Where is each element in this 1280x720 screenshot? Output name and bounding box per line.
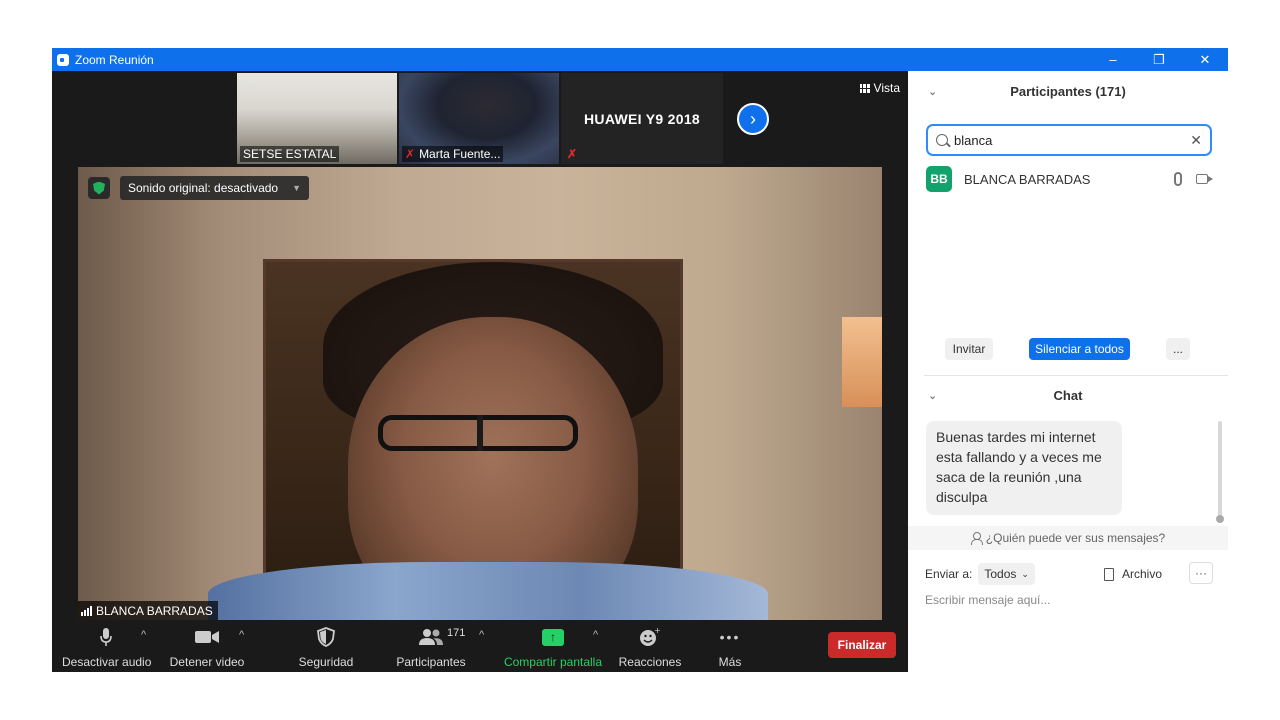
share-options-caret-icon[interactable]: ^ <box>593 629 598 641</box>
who-can-see-label: ¿Quién puede ver sus mensajes? <box>985 531 1166 545</box>
participants-label: Participantes <box>396 655 466 669</box>
more-button[interactable]: ••• Más <box>708 625 752 669</box>
svg-text:+: + <box>654 627 661 635</box>
security-label: Seguridad <box>298 655 354 669</box>
search-icon <box>936 134 948 146</box>
thumbnail-name-tag: ✗ Marta Fuente... <box>402 146 504 162</box>
speaker-glasses <box>378 415 578 451</box>
mute-all-button[interactable]: Silenciar a todos <box>1029 338 1130 360</box>
thumbnail-name: Marta Fuente... <box>419 147 501 161</box>
participant-search-input[interactable]: blanca ✕ <box>926 124 1212 156</box>
file-button[interactable]: Archivo <box>1104 567 1162 581</box>
chat-message: Buenas tardes mi internet esta fallando … <box>926 421 1122 515</box>
view-button[interactable]: Vista <box>859 81 900 95</box>
participant-name: BLANCA BARRADAS <box>964 171 1091 187</box>
window-title: Zoom Reunión <box>75 52 154 67</box>
main-speaker-video[interactable]: Sonido original: desactivado ▼ BLANCA BA… <box>78 167 882 620</box>
restore-button[interactable]: ❐ <box>1136 48 1182 71</box>
reactions-button[interactable]: + Reacciones <box>618 625 682 669</box>
speaker-name-tag: BLANCA BARRADAS <box>78 601 218 620</box>
chevron-down-icon: ⌄ <box>1021 568 1029 579</box>
share-screen-label: Compartir pantalla <box>503 655 603 669</box>
stop-video-label: Detener video <box>169 655 245 669</box>
signal-bars-icon <box>81 606 92 616</box>
chevron-down-icon[interactable]: ⌄ <box>928 81 937 103</box>
security-shield-icon <box>292 625 360 649</box>
smiley-plus-icon: + <box>618 625 682 649</box>
microphone-icon <box>62 625 150 649</box>
thumbnail-video[interactable]: ✗ Marta Fuente... <box>399 73 559 164</box>
chat-title: Chat <box>1053 388 1083 403</box>
original-sound-label: Sonido original: desactivado <box>128 181 279 195</box>
thumbnail-strip: SETSE ESTATAL ✗ Marta Fuente... HUAWEI Y9… <box>237 73 723 164</box>
send-to-row: Enviar a: Todos ⌄ <box>925 563 1035 585</box>
share-screen-button[interactable]: ↑ Compartir pantalla <box>502 625 604 669</box>
divider <box>924 375 1228 376</box>
meeting-toolbar: Desactivar audio ^ Detener video ^ Segur… <box>52 621 908 672</box>
background-window <box>842 317 882 407</box>
chevron-down-icon: ▼ <box>292 183 302 193</box>
muted-mic-icon: ✗ <box>567 147 578 161</box>
thumbnail-video[interactable]: SETSE ESTATAL <box>237 73 397 164</box>
side-panel: ⌄ Participantes (171) blanca ✕ BB BLANCA… <box>908 71 1228 672</box>
video-area: SETSE ESTATAL ✗ Marta Fuente... HUAWEI Y9… <box>52 71 908 672</box>
encryption-shield-icon[interactable] <box>88 177 110 199</box>
speaker-shirt <box>208 562 768 620</box>
chevron-down-icon[interactable]: ⌄ <box>928 385 937 407</box>
chat-message-input[interactable]: Escribir mensaje aquí... <box>925 593 1215 607</box>
search-value: blanca <box>954 132 993 148</box>
participants-count: 171 <box>447 627 466 639</box>
person-icon <box>970 532 983 545</box>
thumbnail-video[interactable]: HUAWEI Y9 2018 ✗ <box>561 73 723 164</box>
minimize-button[interactable]: – <box>1090 48 1136 71</box>
participant-row[interactable]: BB BLANCA BARRADAS <box>926 166 1216 192</box>
mute-audio-button[interactable]: Desactivar audio <box>62 625 152 669</box>
zoom-window: Zoom Reunión – ❐ ✕ SETSE ESTATAL ✗ Marta … <box>52 48 1228 672</box>
security-button[interactable]: Seguridad <box>292 625 360 669</box>
clear-search-icon[interactable]: ✕ <box>1190 132 1202 149</box>
send-to-label: Enviar a: <box>925 567 973 581</box>
chat-scrollbar[interactable] <box>1216 421 1224 523</box>
share-screen-icon-wrap: ↑ <box>502 625 604 649</box>
video-camera-icon <box>168 625 246 649</box>
microphone-icon <box>1174 172 1182 186</box>
send-to-value: Todos <box>984 567 1017 581</box>
video-camera-icon <box>1196 174 1213 184</box>
participants-title: Participantes (171) <box>1010 84 1126 99</box>
end-meeting-button[interactable]: Finalizar <box>828 632 896 658</box>
audio-options-caret-icon[interactable]: ^ <box>141 629 146 641</box>
stop-video-button[interactable]: Detener video <box>168 625 246 669</box>
more-dots-icon: ••• <box>719 629 741 645</box>
who-can-see-link[interactable]: ¿Quién puede ver sus mensajes? <box>908 526 1228 550</box>
muted-mic-icon: ✗ <box>405 147 416 161</box>
zoom-logo-icon <box>57 53 69 66</box>
reactions-label: Reacciones <box>618 655 682 669</box>
thumbnail-name: SETSE ESTATAL <box>240 146 340 162</box>
participants-options-caret-icon[interactable]: ^ <box>479 629 484 641</box>
title-bar: Zoom Reunión – ❐ ✕ <box>52 48 1228 71</box>
close-button[interactable]: ✕ <box>1182 48 1228 71</box>
next-page-button[interactable]: › <box>737 103 769 135</box>
share-screen-icon: ↑ <box>542 628 564 646</box>
file-label: Archivo <box>1122 567 1163 581</box>
document-icon <box>1104 567 1114 581</box>
chat-more-button[interactable]: ··· <box>1189 562 1213 584</box>
mute-audio-label: Desactivar audio <box>62 655 152 669</box>
invite-button[interactable]: Invitar <box>945 338 993 360</box>
grid-icon <box>859 83 870 93</box>
video-options-caret-icon[interactable]: ^ <box>239 629 244 641</box>
view-label: Vista <box>873 81 900 95</box>
more-label: Más <box>718 655 742 669</box>
participants-header: ⌄ Participantes (171) <box>908 81 1228 103</box>
chat-header: ⌄ Chat <box>908 385 1228 407</box>
original-sound-dropdown[interactable]: Sonido original: desactivado ▼ <box>120 176 310 200</box>
avatar: BB <box>926 166 952 192</box>
send-to-select[interactable]: Todos ⌄ <box>978 563 1035 585</box>
participants-more-button[interactable]: ... <box>1166 338 1190 360</box>
thumbnail-name: HUAWEI Y9 2018 <box>584 110 700 127</box>
speaker-name: BLANCA BARRADAS <box>96 604 213 618</box>
